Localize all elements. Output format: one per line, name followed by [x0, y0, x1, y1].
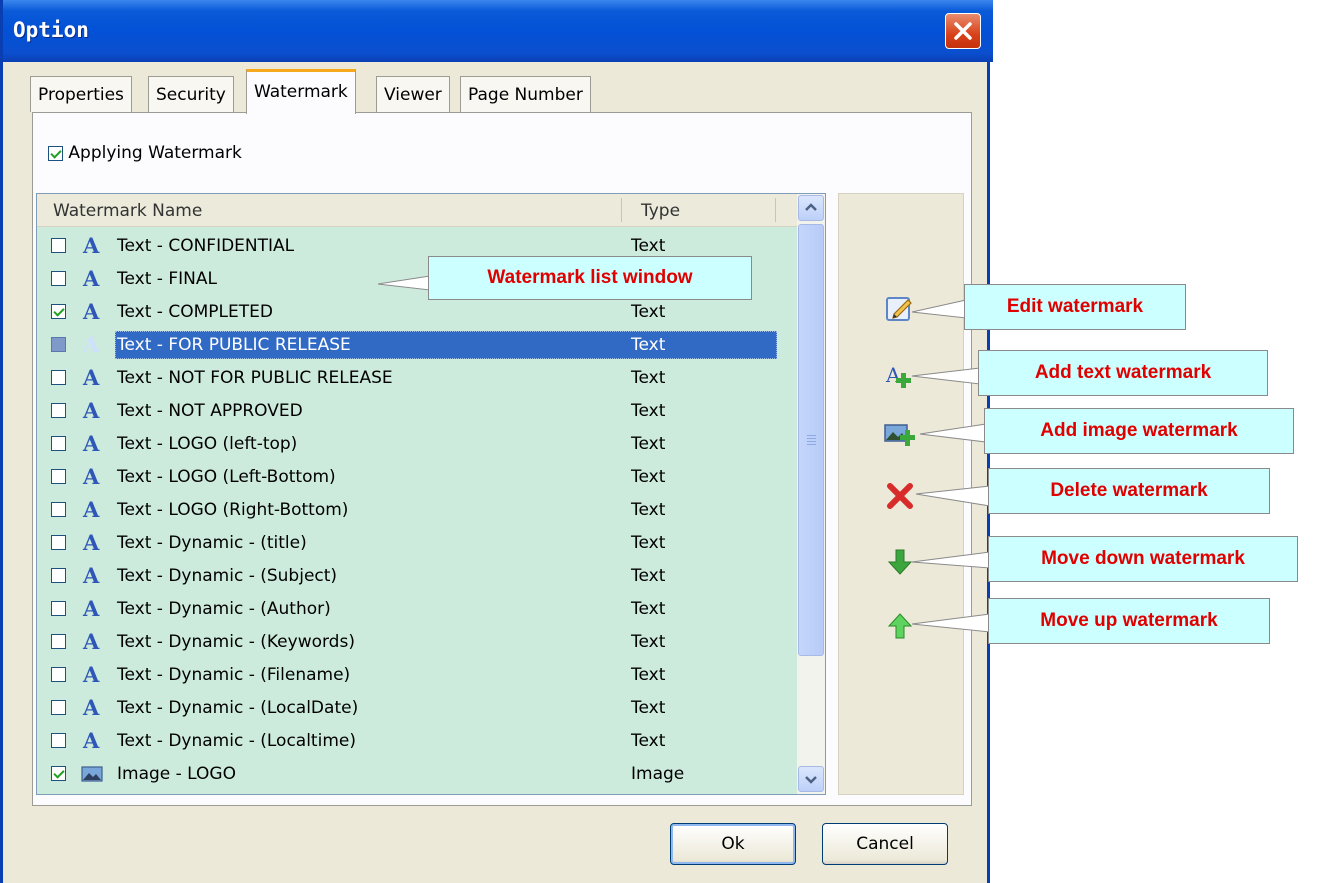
callout-delete-watermark: Delete watermark	[988, 468, 1270, 514]
callout-move-down-watermark: Move down watermark	[988, 536, 1298, 582]
callout-edit-watermark: Edit watermark	[964, 284, 1186, 330]
callout-add-text-watermark: Add text watermark	[978, 350, 1268, 396]
callout-move-up-watermark: Move up watermark	[988, 598, 1270, 644]
callout-add-image-watermark: Add image watermark	[984, 408, 1294, 454]
tab-watermark[interactable]: Watermark	[246, 69, 356, 114]
callout-list-window: Watermark list window	[428, 256, 752, 300]
